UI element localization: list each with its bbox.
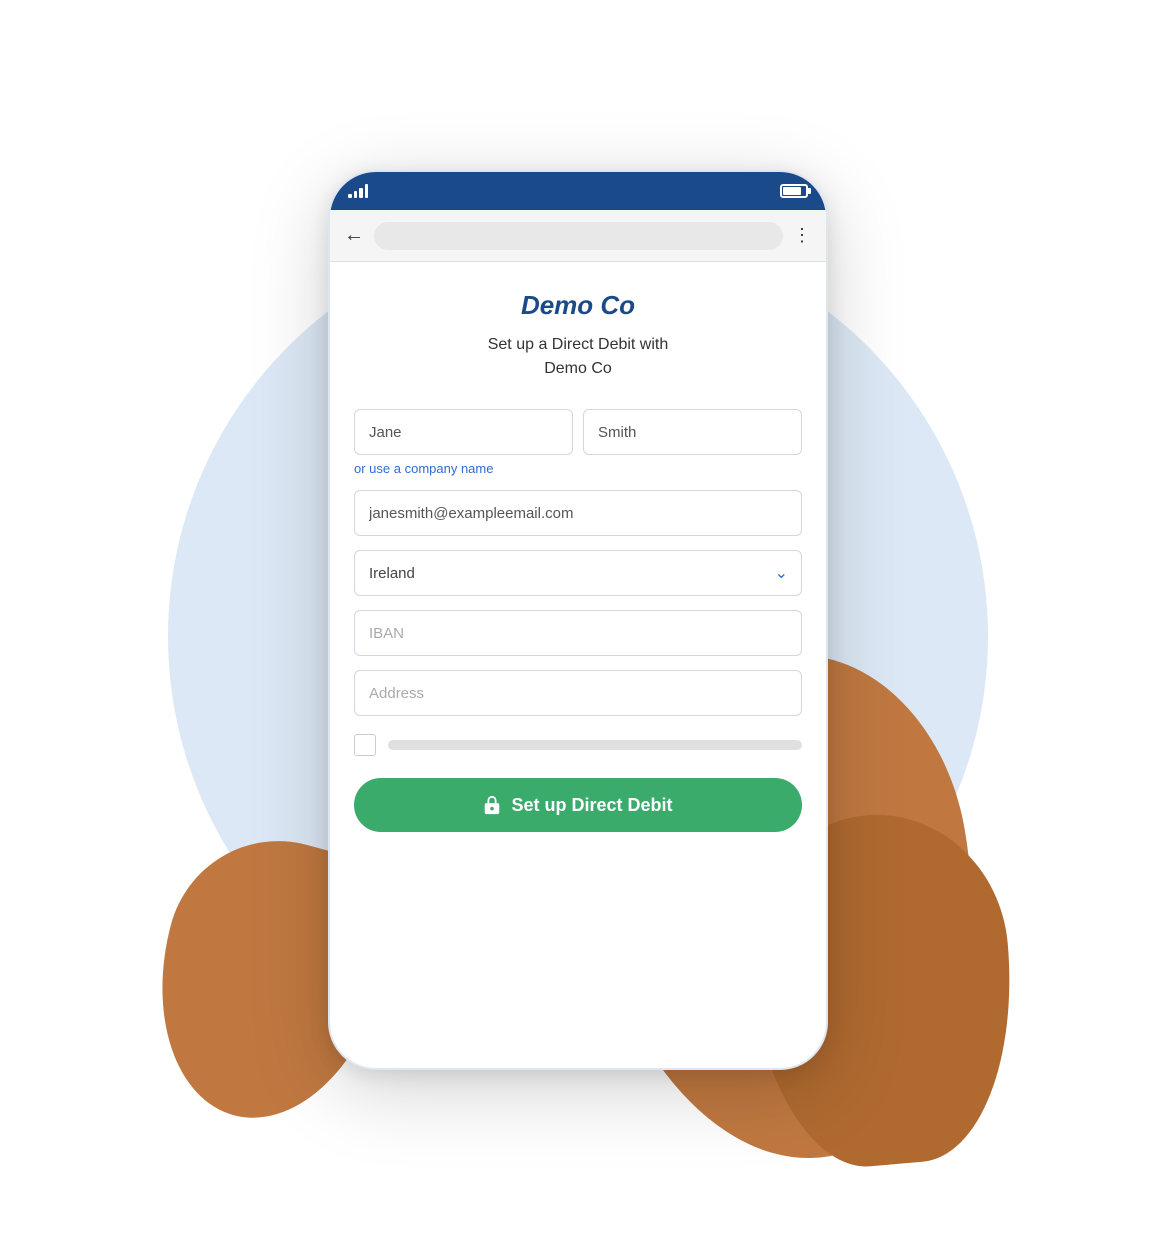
- page-content: Demo Co Set up a Direct Debit with Demo …: [330, 262, 826, 1070]
- terms-checkbox[interactable]: [354, 734, 376, 756]
- battery-icon: [780, 184, 808, 198]
- company-title: Demo Co: [521, 290, 635, 321]
- submit-button[interactable]: Set up Direct Debit: [354, 778, 802, 832]
- submit-button-label: Set up Direct Debit: [511, 795, 672, 816]
- signal-bar-1: [348, 194, 352, 198]
- direct-debit-form: or use a company name Ireland United Kin…: [354, 409, 802, 832]
- signal-bar-2: [354, 191, 358, 198]
- email-input[interactable]: [354, 490, 802, 536]
- last-name-input[interactable]: [583, 409, 802, 455]
- status-bar: [330, 172, 826, 210]
- terms-label-placeholder: [388, 740, 802, 750]
- iban-input[interactable]: [354, 610, 802, 656]
- address-bar[interactable]: [374, 222, 783, 250]
- browser-bar: ← ⋮: [330, 210, 826, 262]
- signal-icon: [348, 184, 368, 198]
- phone-frame: ← ⋮ Demo Co Set up a Direct Debit with D…: [328, 170, 828, 1070]
- lock-icon: [483, 795, 501, 815]
- back-button[interactable]: ←: [344, 224, 364, 247]
- page-subtitle: Set up a Direct Debit with Demo Co: [488, 333, 669, 381]
- first-name-input[interactable]: [354, 409, 573, 455]
- phone-wrapper: ← ⋮ Demo Co Set up a Direct Debit with D…: [328, 170, 828, 1070]
- signal-bar-4: [365, 184, 369, 198]
- terms-checkbox-row: [354, 734, 802, 756]
- signal-bar-3: [359, 188, 363, 198]
- name-row: [354, 409, 802, 455]
- address-input[interactable]: [354, 670, 802, 716]
- country-select[interactable]: Ireland United Kingdom France Germany: [354, 550, 802, 596]
- browser-menu-button[interactable]: ⋮: [793, 225, 812, 246]
- country-select-wrapper: Ireland United Kingdom France Germany ⌄: [354, 550, 802, 596]
- company-name-link[interactable]: or use a company name: [354, 461, 802, 476]
